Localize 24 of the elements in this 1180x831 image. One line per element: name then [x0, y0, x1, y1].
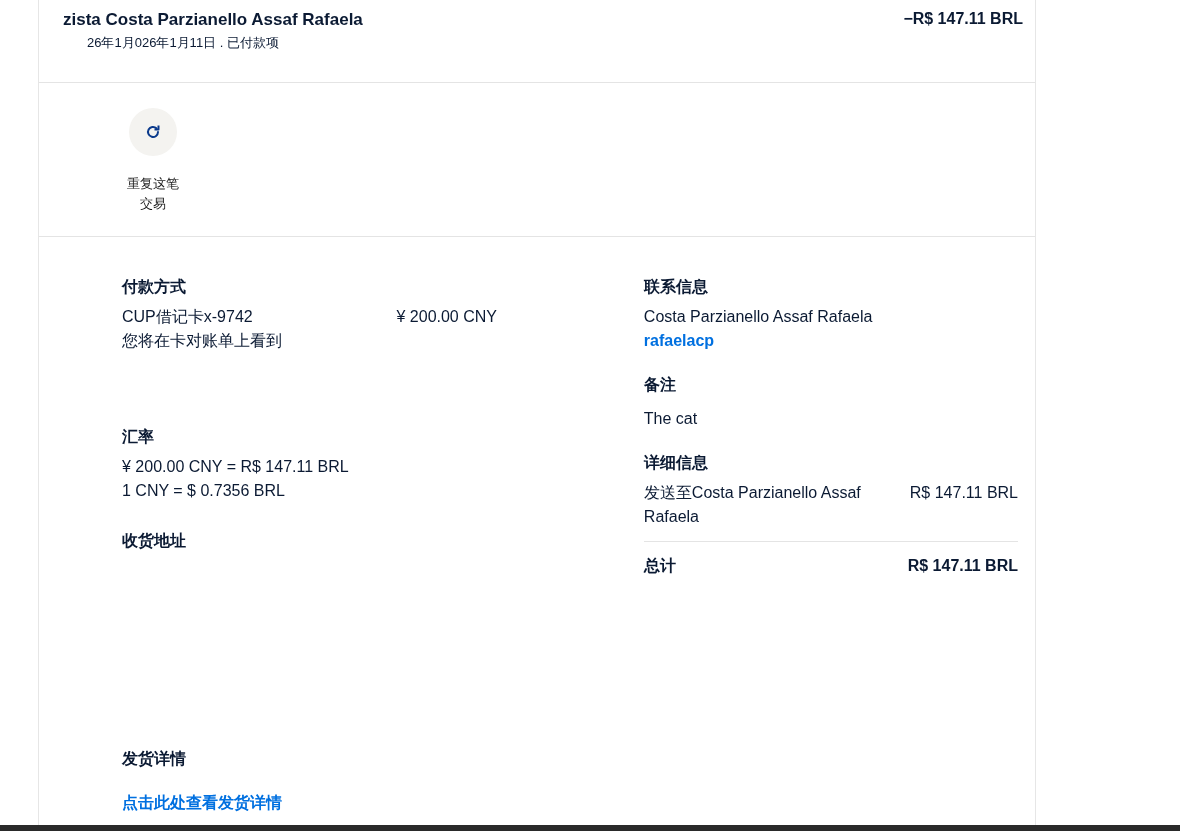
- exchange-rate-line: 1 CNY = $ 0.7356 BRL: [122, 481, 286, 501]
- note-text: The cat: [643, 409, 699, 429]
- contact-name: Costa Parzianello Assaf Rafaela: [643, 307, 874, 327]
- section-heading: 备注: [643, 375, 677, 395]
- email-link[interactable]: rafaelacp: [643, 329, 1018, 353]
- detail-amount: R$ 147.11 BRL: [909, 483, 1018, 503]
- section-heading: 发货详情: [122, 749, 187, 770]
- section-heading: 联系信息: [643, 277, 709, 297]
- transaction-date-status: 26年1月026年1月11日 . 已付款项: [86, 34, 280, 52]
- payment-amount: ¥ 200.00 CNY: [396, 307, 497, 327]
- shipping-details-link[interactable]: 点击此处查看发货详情: [122, 791, 644, 815]
- section-heading: 付款方式: [122, 277, 187, 297]
- repeat-transaction-button[interactable]: 重复这笔交易: [115, 108, 191, 214]
- total-amount: R$ 147.11 BRL: [907, 556, 1018, 576]
- total-label: 总计: [643, 556, 676, 576]
- transaction-title: zista Costa Parzianello Assaf Rafaela: [63, 10, 363, 30]
- section-heading: 详细信息: [643, 453, 709, 473]
- section-heading: 收货地址: [122, 531, 187, 552]
- section-heading: 汇率: [122, 427, 155, 447]
- transaction-amount: −R$ 147.11 BRL: [903, 10, 1023, 29]
- exchange-rate-line: ¥ 200.00 CNY = R$ 147.11 BRL: [122, 457, 350, 477]
- card-name: CUP借记卡x-9742: [122, 307, 253, 327]
- detail-label: 发送至Costa Parzianello Assaf Rafaela: [643, 483, 862, 527]
- statement-note: 您将在卡对账单上看到: [122, 331, 283, 351]
